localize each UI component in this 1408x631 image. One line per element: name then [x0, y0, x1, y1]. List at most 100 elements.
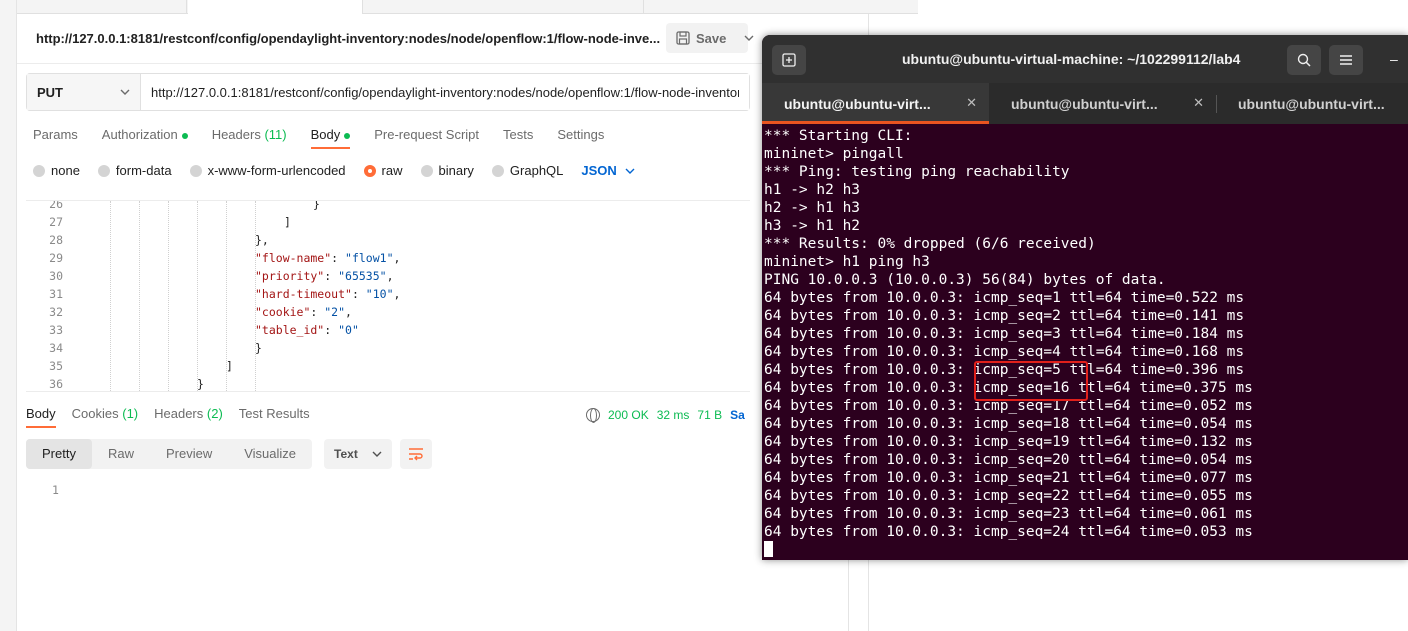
tab-count: (2)	[206, 406, 223, 421]
code-line: 27]	[49, 215, 291, 229]
chevron-down-icon	[372, 451, 382, 457]
view-visualize[interactable]: Visualize	[228, 439, 312, 469]
terminal-window[interactable]: ubuntu@ubuntu-virtual-machine: ~/1022991…	[762, 35, 1408, 560]
body-option-raw[interactable]: raw	[363, 163, 403, 178]
code-line: 32 "cookie": "2",	[49, 305, 352, 319]
terminal-line: 64 bytes from 10.0.0.3: icmp_seq=24 ttl=…	[764, 524, 1253, 540]
tab-response-cookies[interactable]: Cookies (1)	[72, 406, 138, 428]
method-select[interactable]: PUT	[27, 74, 141, 110]
option-label: binary	[438, 163, 474, 178]
tab-params[interactable]: Params	[33, 127, 78, 149]
close-icon[interactable]: ✕	[1193, 95, 1204, 111]
view-pretty[interactable]: Pretty	[26, 439, 92, 469]
tab-label: Body	[310, 127, 341, 142]
minimize-icon[interactable]: –	[1390, 51, 1398, 67]
body-option-graphql[interactable]: GraphQL	[491, 163, 564, 178]
terminal-headerbar: ubuntu@ubuntu-virtual-machine: ~/1022991…	[762, 35, 1408, 83]
tab-tests[interactable]: Tests	[503, 127, 533, 149]
tab-response-body[interactable]: Body	[26, 406, 56, 428]
terminal-cursor	[764, 541, 773, 557]
body-editor[interactable]: 26} 27] 28}, 29 "flow-name": "flow1", 30 "…	[26, 200, 750, 392]
left-sidebar-strip	[0, 0, 17, 631]
request-tab-active[interactable]	[188, 0, 363, 14]
status-code[interactable]: 200 OK	[608, 408, 649, 422]
terminal-line: mininet> pingall	[764, 146, 904, 162]
tab-label: Pre-request Script	[374, 127, 480, 142]
tab-label: Settings	[557, 127, 605, 142]
status-dot-icon	[181, 132, 188, 139]
tab-authorization[interactable]: Authorization	[102, 127, 188, 149]
code-line: 34}	[49, 341, 262, 355]
save-response-button[interactable]: Sa	[730, 408, 745, 422]
radio-icon	[420, 164, 433, 177]
terminal-line: *** Starting CLI:	[764, 128, 913, 144]
tab-headers[interactable]: Headers (11)	[212, 127, 287, 149]
tab-body[interactable]: Body	[310, 127, 351, 149]
request-tab[interactable]	[364, 0, 644, 14]
terminal-line: PING 10.0.0.3 (10.0.0.3) 56(84) bytes of…	[764, 272, 1166, 288]
view-raw[interactable]: Raw	[92, 439, 150, 469]
view-preview[interactable]: Preview	[150, 439, 228, 469]
request-tab-bar	[17, 0, 918, 14]
terminal-line: h2 -> h1 h3	[764, 200, 861, 216]
view-mode-group: Pretty Raw Preview Visualize	[26, 439, 313, 469]
hamburger-menu-icon	[1340, 55, 1352, 65]
close-icon[interactable]: ✕	[966, 95, 977, 111]
tab-pre-request-script[interactable]: Pre-request Script	[374, 127, 479, 149]
request-title-row: http://127.0.0.1:8181/restconf/config/op…	[17, 14, 868, 64]
option-label: raw	[381, 163, 403, 178]
new-tab-button[interactable]	[772, 45, 806, 75]
option-label: form-data	[115, 163, 172, 178]
body-option-form-data[interactable]: form-data	[97, 163, 172, 178]
save-options-button[interactable]	[734, 23, 764, 53]
url-input[interactable]	[141, 74, 749, 110]
response-type-select[interactable]: Text	[324, 439, 393, 469]
search-button[interactable]	[1287, 45, 1321, 75]
tab-settings[interactable]: Settings	[557, 127, 604, 149]
terminal-output[interactable]: *** Starting CLI: mininet> pingall *** P…	[764, 127, 1408, 557]
terminal-line: 64 bytes from 10.0.0.3: icmp_seq=4 ttl=6…	[764, 344, 1245, 360]
terminal-tab[interactable]: ubuntu@ubuntu-virt...	[1216, 83, 1408, 124]
terminal-line: 64 bytes from 10.0.0.3: icmp_seq=21 ttl=…	[764, 470, 1253, 486]
code-line: 31 "hard-timeout": "10",	[49, 287, 401, 301]
request-tab[interactable]	[17, 0, 187, 14]
new-tab-icon	[782, 53, 796, 67]
response-status: 200 OK 32 ms 71 B Sa	[586, 408, 745, 423]
body-option-none[interactable]: none	[33, 163, 80, 178]
code-line: 35]	[49, 359, 233, 373]
tab-label: Authorization	[101, 127, 178, 142]
option-label: GraphQL	[509, 163, 564, 178]
body-format-label: JSON	[581, 163, 617, 178]
status-dot-icon	[344, 132, 351, 139]
body-type-options: none form-data x-www-form-urlencoded raw…	[33, 163, 635, 178]
globe-icon[interactable]	[586, 408, 600, 423]
terminal-line: h1 -> h2 h3	[764, 182, 861, 198]
body-format-select[interactable]: JSON	[581, 163, 635, 178]
terminal-tab-active[interactable]: ubuntu@ubuntu-virt... ✕	[762, 83, 989, 124]
response-line-number: 1	[52, 483, 59, 497]
body-option-binary[interactable]: binary	[420, 163, 474, 178]
radio-icon	[491, 164, 504, 177]
tab-response-headers[interactable]: Headers (2)	[154, 406, 223, 428]
code-line: 33 "table_id": "0"	[49, 323, 359, 337]
body-option-urlencoded[interactable]: x-www-form-urlencoded	[189, 163, 346, 178]
terminal-tab-label: ubuntu@ubuntu-virt...	[1011, 95, 1158, 112]
request-title[interactable]: http://127.0.0.1:8181/restconf/config/op…	[36, 31, 660, 46]
response-size[interactable]: 71 B	[697, 408, 722, 422]
radio-icon	[189, 164, 202, 177]
tab-test-results[interactable]: Test Results	[239, 406, 310, 428]
menu-button[interactable]	[1329, 45, 1363, 75]
terminal-line: 64 bytes from 10.0.0.3: icmp_seq=20 ttl=…	[764, 452, 1253, 468]
option-label: x-www-form-urlencoded	[207, 163, 346, 178]
response-type-label: Text	[334, 447, 358, 461]
radio-icon	[33, 164, 45, 177]
wrap-lines-button[interactable]	[400, 439, 433, 469]
code-line: 28},	[49, 233, 269, 247]
request-row: PUT	[26, 73, 750, 111]
response-time[interactable]: 32 ms	[657, 408, 690, 422]
terminal-line: *** Results: 0% dropped (6/6 received)	[764, 236, 1096, 252]
response-view-bar: Pretty Raw Preview Visualize Text	[26, 439, 433, 469]
terminal-tab[interactable]: ubuntu@ubuntu-virt... ✕	[989, 83, 1216, 124]
code-line: 29 "flow-name": "flow1",	[49, 251, 401, 265]
terminal-line: mininet> h1 ping h3	[764, 254, 930, 270]
